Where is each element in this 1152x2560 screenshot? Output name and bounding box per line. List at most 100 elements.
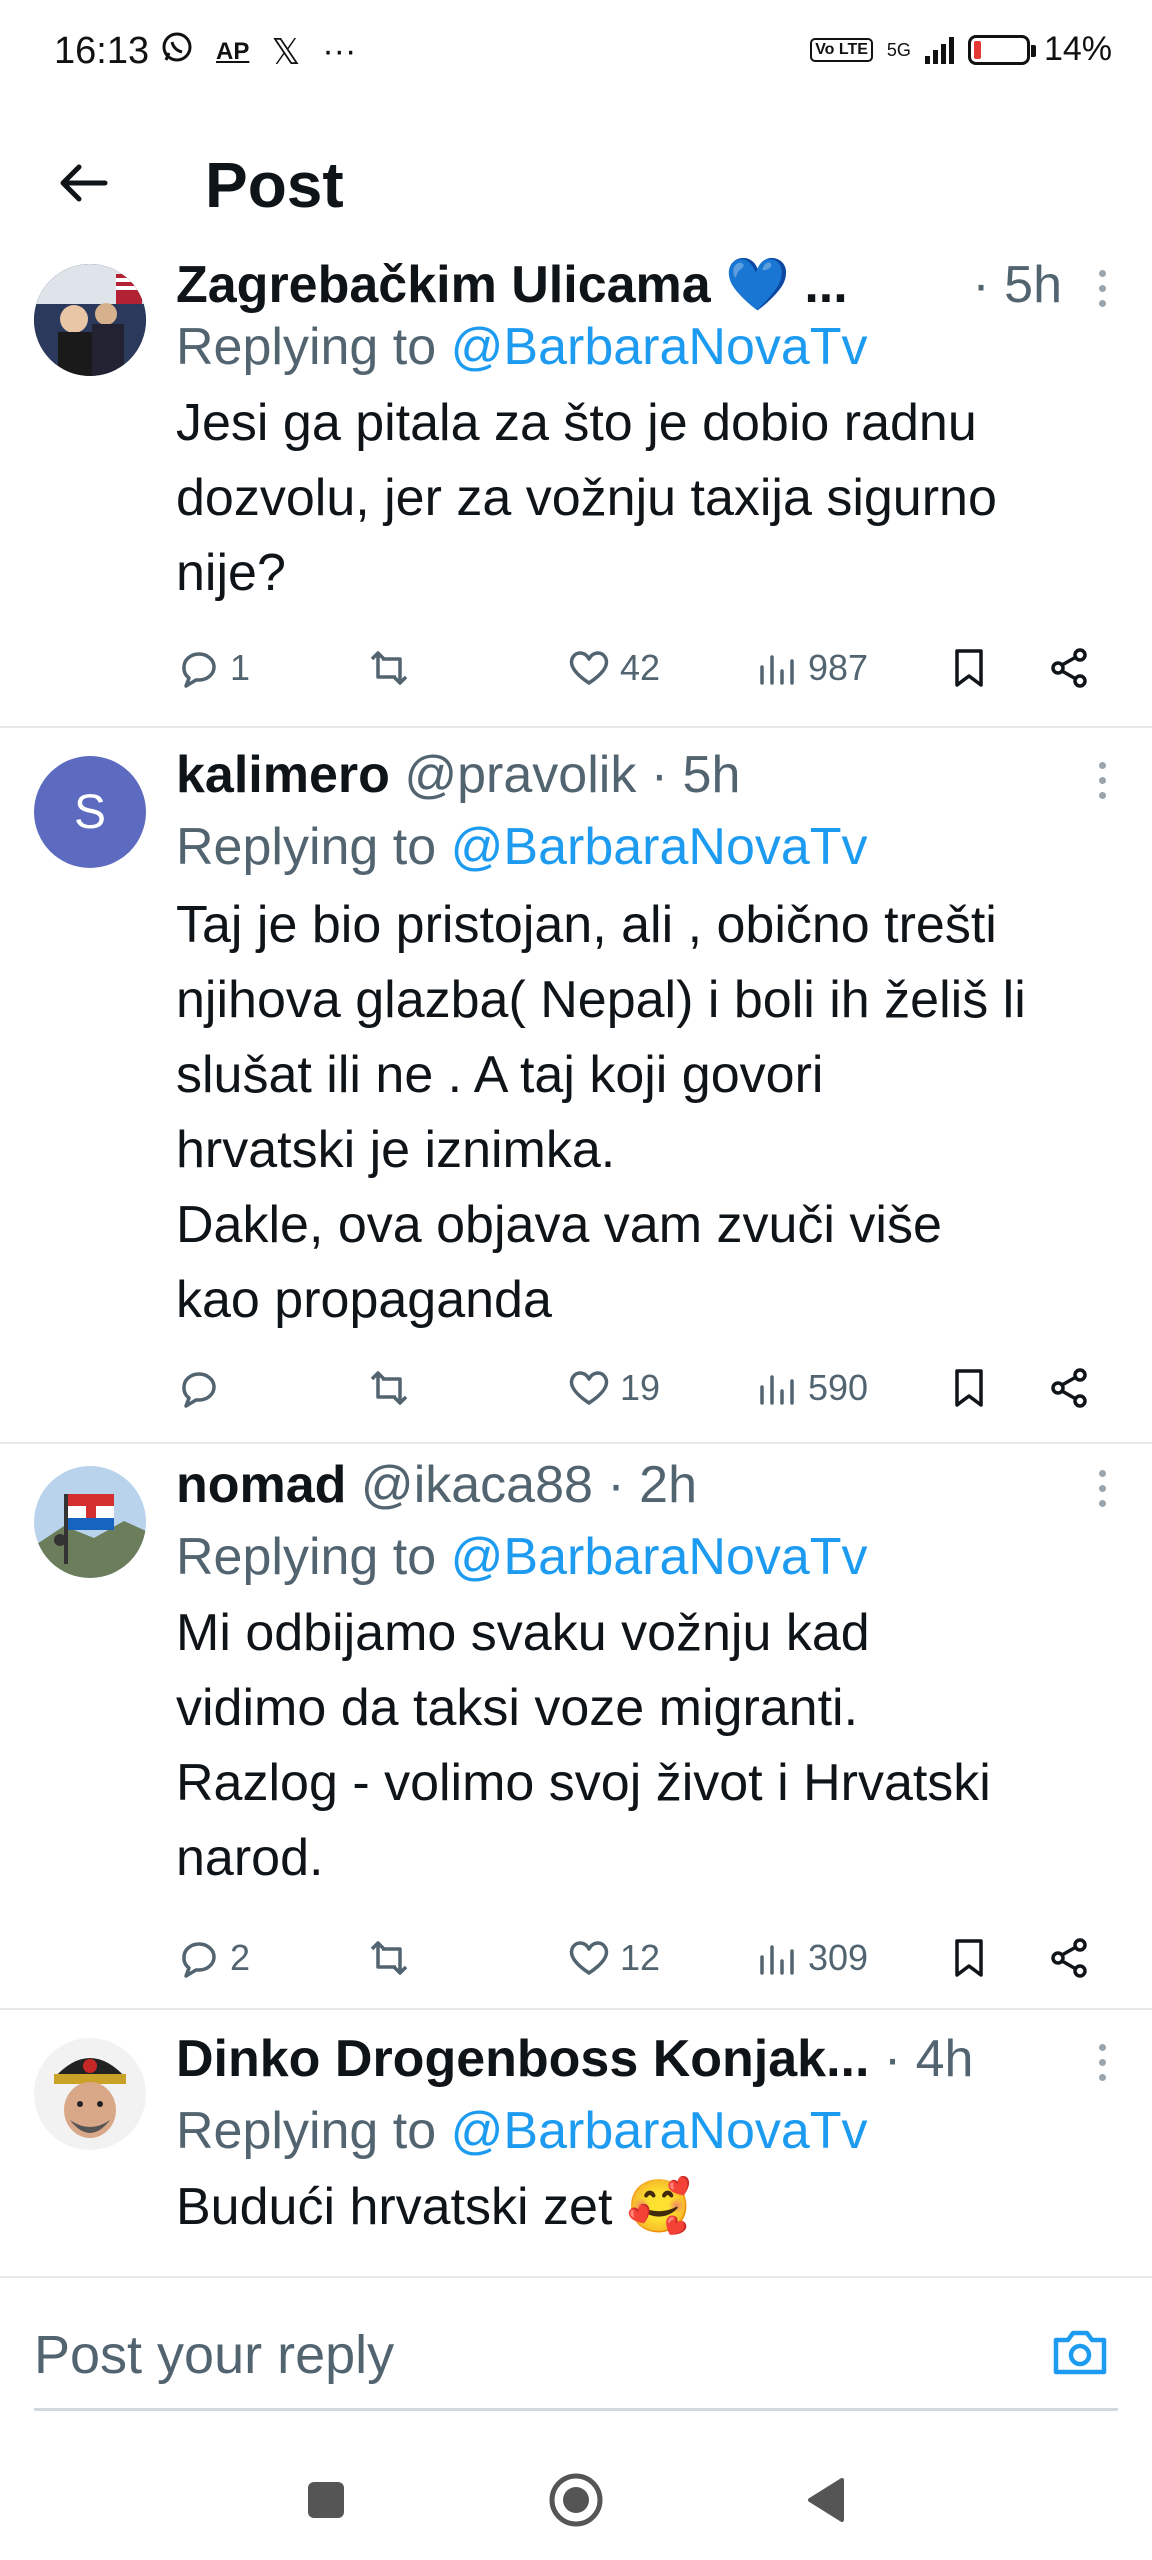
post-time: · 4h [883, 2030, 974, 2088]
reply-count: 1 [230, 647, 251, 688]
reply-post[interactable]: Dinko Drogenboss Konjak... · 4h Replying… [0, 2010, 1152, 2278]
reply-composer [0, 2290, 1152, 2420]
replying-to: Replying to @BarbaraNovaTv [176, 818, 868, 876]
bookmark-button[interactable] [946, 1928, 992, 1988]
bookmark-button[interactable] [946, 638, 992, 698]
signal-icon [924, 36, 954, 64]
page-title: Post [205, 149, 344, 221]
more-options-button[interactable] [1082, 750, 1122, 810]
comment-icon [182, 1372, 216, 1408]
avatar[interactable] [34, 2038, 146, 2150]
top-app-bar: Post [0, 110, 1152, 250]
square-icon [308, 2482, 344, 2518]
display-name[interactable]: kalimero [176, 746, 390, 804]
views-button[interactable]: 987 [754, 638, 868, 698]
post-time: · 5h [650, 746, 741, 804]
mention-link[interactable]: @BarbaraNovaTv [451, 1528, 868, 1586]
camera-button[interactable] [1048, 2320, 1112, 2384]
heart-icon [569, 1371, 609, 1405]
like-button[interactable]: 42 [566, 638, 660, 698]
like-count: 42 [620, 647, 661, 688]
display-name[interactable]: Dinko Drogenboss Konjak... [176, 2030, 869, 2088]
avatar[interactable] [34, 264, 146, 376]
replying-to: Replying to @BarbaraNovaTv [176, 2102, 868, 2160]
share-icon [1051, 648, 1087, 688]
view-count: 987 [808, 647, 869, 688]
post-time: · 5h [972, 256, 1062, 314]
home-button[interactable] [546, 2470, 606, 2530]
status-time: 16:13 [54, 30, 150, 72]
bookmark-icon [955, 649, 983, 687]
repost-button[interactable] [366, 1928, 420, 1988]
reply-button[interactable] [176, 1358, 230, 1418]
battery-percent: 14% [1043, 30, 1112, 68]
share-button[interactable] [1046, 1358, 1092, 1418]
repost-button[interactable] [366, 638, 420, 698]
more-icon: ··· [322, 32, 357, 70]
post-text: Jesi ga pitala za što je dobio radnu doz… [176, 394, 997, 602]
heart-icon [569, 651, 609, 685]
bookmark-button[interactable] [946, 1358, 992, 1418]
reply-button[interactable]: 1 [176, 638, 250, 698]
bookmark-icon [955, 1939, 983, 1977]
more-options-button[interactable] [1082, 2032, 1122, 2092]
comment-icon [182, 652, 216, 688]
views-button[interactable]: 590 [754, 1358, 868, 1418]
notification-icons: AP 𝕏 ··· [160, 30, 356, 73]
battery-icon [967, 34, 1036, 65]
analytics-icon [760, 655, 794, 685]
post-header: nomad @ikaca88 · 2h [176, 1454, 1062, 1516]
like-button[interactable]: 12 [566, 1928, 660, 1988]
triangle-back-icon [808, 2478, 844, 2522]
mention-link[interactable]: @BarbaraNovaTv [451, 818, 868, 876]
back-arrow-button[interactable] [48, 148, 118, 218]
action-bar: 19 590 [176, 1358, 1106, 1418]
home-circle-icon [549, 2473, 603, 2527]
recents-button[interactable] [296, 2470, 356, 2530]
mention-link[interactable]: @BarbaraNovaTv [451, 2102, 868, 2160]
replying-to: Replying to @BarbaraNovaTv [176, 1528, 868, 1586]
like-button[interactable]: 19 [566, 1358, 660, 1418]
reply-button[interactable]: 2 [176, 1928, 250, 1988]
camera-icon [1053, 2330, 1107, 2375]
more-options-button[interactable] [1082, 1458, 1122, 1518]
reply-post[interactable]: Zagrebačkim Ulicama 💙 ... · 5h Replying … [0, 250, 1152, 728]
repost-icon [370, 1941, 408, 1975]
view-count: 309 [808, 1937, 869, 1978]
divider [34, 2408, 1118, 2411]
reply-input[interactable] [34, 2310, 1074, 2400]
status-bar: 16:13 AP 𝕏 ··· Vo LTE 5G 14% [0, 0, 1152, 110]
avatar[interactable] [34, 1466, 146, 1578]
share-button[interactable] [1046, 638, 1092, 698]
avatar[interactable]: S [34, 756, 146, 868]
post-text: Mi odbijamo svaku vožnju kad vidimo da t… [176, 1604, 991, 1887]
post-time: · 2h [607, 1456, 697, 1514]
avatar-letter: S [73, 785, 106, 839]
analytics-icon [760, 1945, 794, 1975]
replying-to: Replying to @BarbaraNovaTv [176, 318, 868, 376]
heart-icon [569, 1941, 609, 1975]
display-name[interactable]: nomad [176, 1456, 346, 1514]
user-handle[interactable]: @ikaca88 [361, 1456, 593, 1514]
reply-post[interactable]: S kalimero @pravolik · 5h Replying to @B… [0, 728, 1152, 1444]
display-name[interactable]: Zagrebačkim Ulicama 💙 ... [176, 256, 848, 314]
like-count: 19 [620, 1367, 661, 1408]
more-options-button[interactable] [1082, 258, 1122, 318]
analytics-icon [760, 1375, 794, 1405]
repost-button[interactable] [366, 1358, 420, 1418]
share-icon [1051, 1938, 1087, 1978]
ap-icon: AP [216, 37, 250, 65]
reply-count: 2 [230, 1937, 251, 1978]
bookmark-icon [955, 1369, 983, 1407]
share-button[interactable] [1046, 1928, 1092, 1988]
views-button[interactable]: 309 [754, 1928, 868, 1988]
post-header: kalimero @pravolik · 5h [176, 744, 1062, 806]
mention-link[interactable]: @BarbaraNovaTv [451, 318, 868, 376]
back-button[interactable] [796, 2470, 856, 2530]
reply-post[interactable]: nomad @ikaca88 · 2h Replying to @Barbara… [0, 1444, 1152, 2010]
post-text: Taj je bio pristojan, ali , obično trešt… [176, 896, 1026, 1329]
repost-icon [370, 651, 408, 685]
user-handle[interactable]: @pravolik [404, 746, 636, 804]
like-count: 12 [620, 1937, 661, 1978]
post-header: Dinko Drogenboss Konjak... · 4h [176, 2028, 1062, 2090]
